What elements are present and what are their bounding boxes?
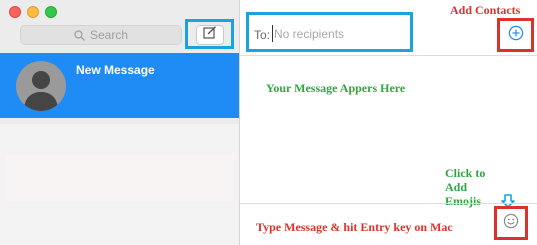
empty-list-row: [5, 154, 234, 201]
minimize-window-button[interactable]: [27, 6, 39, 18]
search-icon: [74, 29, 85, 41]
recipient-highlight-box: To:: [246, 12, 413, 52]
conversation-title: New Message: [76, 63, 155, 77]
compose-icon: [203, 25, 217, 45]
to-label: To:: [254, 28, 271, 42]
recipient-input[interactable]: [272, 25, 402, 42]
composer-divider: [240, 203, 537, 204]
search-field[interactable]: Search: [20, 25, 182, 45]
conversation-list-empty-area: [0, 124, 239, 245]
compose-button[interactable]: [196, 25, 224, 45]
smiley-icon: [503, 213, 519, 234]
header-divider: [240, 55, 537, 56]
person-silhouette-icon: [24, 71, 58, 111]
conversation-item-new-message[interactable]: New Message: [0, 53, 239, 118]
conversation-sidebar: Search New Message: [0, 0, 240, 245]
type-message-annotation: Type Message & hit Entry key on Mac: [256, 220, 453, 234]
message-area-annotation: Your Message Appers Here: [266, 81, 406, 95]
emoji-button[interactable]: [494, 206, 528, 240]
plus-circle-icon: [508, 25, 524, 46]
compose-highlight-box: [185, 19, 234, 49]
avatar: [16, 61, 66, 111]
emoji-hint-annotation: Click to Add Emojis: [445, 166, 486, 208]
add-contacts-annotation: Add Contacts: [450, 3, 521, 17]
zoom-window-button[interactable]: [45, 6, 57, 18]
close-window-button[interactable]: [9, 6, 21, 18]
search-placeholder: Search: [89, 28, 129, 42]
add-contact-button[interactable]: [497, 18, 534, 52]
